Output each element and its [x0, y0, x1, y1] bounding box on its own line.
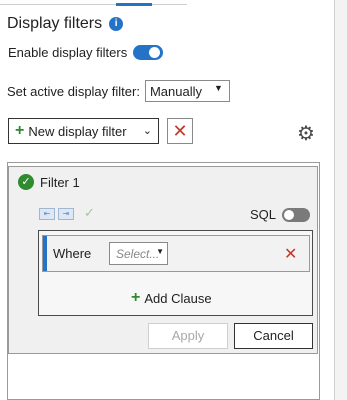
- tab-strip: [0, 0, 347, 6]
- active-filter-label: Set active display filter:: [7, 83, 140, 99]
- enable-toggle[interactable]: [133, 45, 164, 60]
- clause-selected-bar: [43, 236, 47, 271]
- caret-down-icon: ▼: [156, 247, 164, 256]
- check-circle-icon: ✓: [18, 174, 34, 190]
- sql-toggle-row: SQL: [250, 207, 311, 222]
- add-clause-label: Add Clause: [144, 290, 212, 306]
- apply-button[interactable]: Apply: [148, 323, 228, 349]
- remove-clause-button[interactable]: ✕: [284, 244, 297, 264]
- enable-row: Enable display filters: [8, 45, 164, 60]
- new-display-filter-label: New display filter: [28, 123, 127, 139]
- panel-title-text: Display filters: [7, 15, 103, 32]
- tab-divider: [0, 4, 187, 5]
- gear-icon[interactable]: ⚙: [297, 121, 315, 146]
- field-select-placeholder: Select...: [116, 247, 160, 261]
- sql-toggle[interactable]: [282, 207, 311, 222]
- scrollbar[interactable]: [334, 0, 347, 400]
- plus-icon: +: [131, 289, 141, 306]
- filter-name: Filter 1: [40, 174, 80, 190]
- info-icon[interactable]: i: [109, 17, 124, 31]
- plus-icon: +: [15, 122, 25, 139]
- cancel-button[interactable]: Cancel: [234, 323, 313, 349]
- panel-title: Display filters i: [7, 15, 124, 33]
- caret-down-icon: ▼: [214, 83, 223, 93]
- add-clause-button[interactable]: + Add Clause: [131, 289, 212, 307]
- active-filter-value: Manually: [149, 84, 202, 99]
- enable-label: Enable display filters: [8, 45, 128, 60]
- chevron-down-icon: ⌄: [142, 125, 152, 137]
- active-tab-indicator[interactable]: [116, 3, 152, 6]
- sql-label: SQL: [250, 207, 277, 222]
- verify-icon[interactable]: ✓: [84, 205, 95, 221]
- new-display-filter-button[interactable]: + New display filter ⌄: [8, 118, 159, 144]
- field-select[interactable]: Select... ▼: [109, 242, 168, 265]
- where-label: Where: [53, 246, 92, 261]
- active-filter-select[interactable]: Manually ▼: [144, 80, 230, 102]
- filter-header[interactable]: ✓ Filter 1: [18, 174, 80, 190]
- export-icon[interactable]: ⇥: [58, 208, 74, 220]
- remove-filter-button[interactable]: ✕: [167, 118, 193, 144]
- active-filter-row: Set active display filter: Manually ▼: [7, 80, 230, 102]
- import-icon[interactable]: ⇤: [39, 208, 55, 220]
